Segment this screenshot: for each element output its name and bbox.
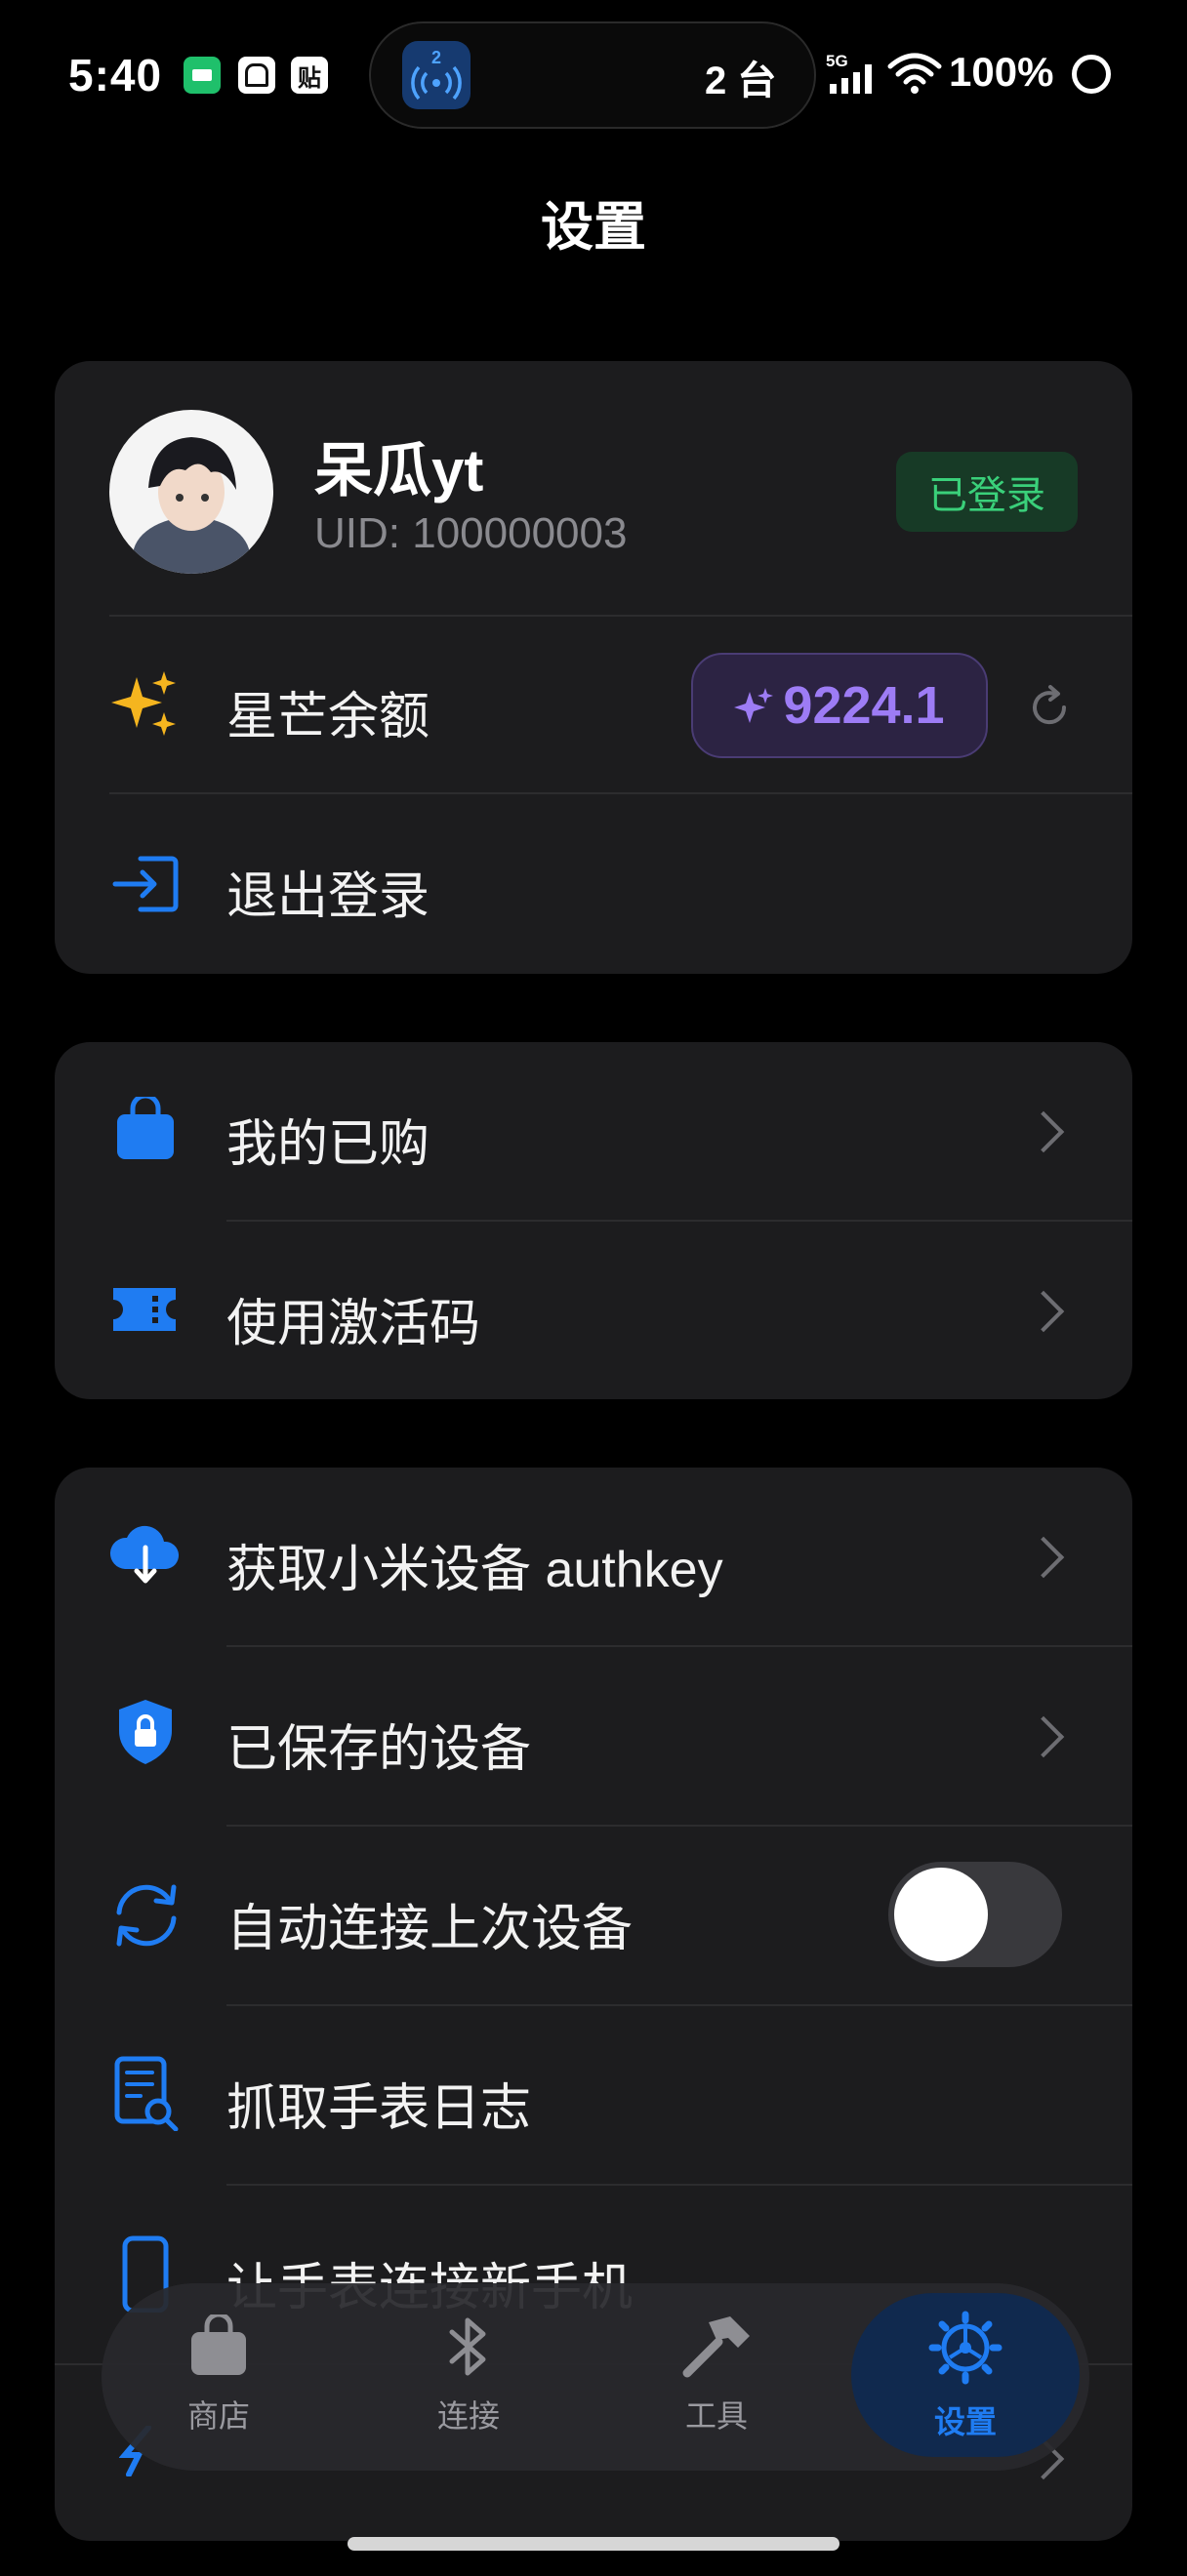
sparkle-icon (111, 669, 180, 743)
status-time: 5:40 (68, 50, 163, 101)
tab-connect-label: 连接 (436, 2398, 500, 2434)
battery-ring-icon (1072, 55, 1111, 94)
logout-row[interactable] (55, 794, 1132, 974)
balance-label: 星芒余额 (226, 689, 430, 745)
balance-pill[interactable]: 9224.1 (691, 653, 988, 758)
authkey-label: 获取小米设备 authkey (226, 1542, 723, 1598)
my-purchases-label: 我的已购 (226, 1116, 430, 1173)
activation-code-row[interactable] (55, 1222, 1132, 1399)
sticky-app-icon: 贴 (291, 57, 328, 94)
refresh-icon[interactable] (1025, 683, 1074, 737)
tab-connect[interactable]: 连接 (371, 2314, 566, 2436)
ticket-icon (109, 1284, 180, 1340)
tab-store-label: 商店 (186, 2398, 250, 2434)
logout-icon (111, 853, 182, 920)
network-type: 5G (826, 52, 848, 70)
username: 呆瓜yt (314, 438, 484, 503)
activation-code-label: 使用激活码 (226, 1296, 481, 1352)
login-status-badge: 已登录 (896, 452, 1078, 532)
tab-store[interactable]: 商店 (121, 2312, 316, 2436)
gear-icon (928, 2311, 1003, 2385)
device-count: 2 台 (705, 60, 777, 102)
home-indicator[interactable] (348, 2537, 839, 2551)
shopping-bag-icon (115, 1093, 176, 1166)
wifi-icon (886, 49, 943, 101)
saved-devices-row[interactable] (55, 1647, 1132, 1825)
saved-devices-label: 已保存的设备 (226, 1721, 532, 1778)
my-purchases-row[interactable] (55, 1042, 1132, 1220)
tab-settings-label: 设置 (933, 2404, 997, 2439)
avatar[interactable] (109, 410, 273, 574)
watch-log-row[interactable] (55, 2006, 1132, 2184)
battery-app-icon (184, 57, 221, 94)
tab-settings[interactable]: 设置 (868, 2311, 1063, 2442)
auto-connect-toggle[interactable] (888, 1862, 1062, 1967)
bag-icon (191, 2312, 246, 2375)
toggle-knob (894, 1868, 988, 1961)
logout-label: 退出登录 (226, 868, 430, 925)
app-notification-icon (238, 57, 275, 94)
tab-tools[interactable]: 工具 (619, 2314, 814, 2436)
broadcast-icon: 2 (402, 41, 471, 109)
tab-tools-label: 工具 (684, 2398, 748, 2434)
auto-connect-label: 自动连接上次设备 (226, 1901, 634, 1957)
sync-icon (107, 1879, 185, 1956)
hammer-icon (682, 2316, 750, 2378)
shield-lock-icon (117, 1698, 174, 1771)
island-badge-number: 2 (431, 48, 441, 67)
balance-value: 9224.1 (783, 676, 945, 735)
user-uid: UID: 100000003 (314, 509, 628, 557)
page-title: 设置 (541, 198, 646, 257)
watch-log-label: 抓取手表日志 (226, 2080, 532, 2137)
document-search-icon (113, 2055, 180, 2136)
signal-icon: 5G (826, 51, 882, 102)
cloud-download-icon (107, 1522, 184, 1591)
balance-sparkle-icon (734, 688, 774, 723)
battery-percent: 100% (949, 49, 1054, 95)
bluetooth-icon (449, 2317, 486, 2376)
